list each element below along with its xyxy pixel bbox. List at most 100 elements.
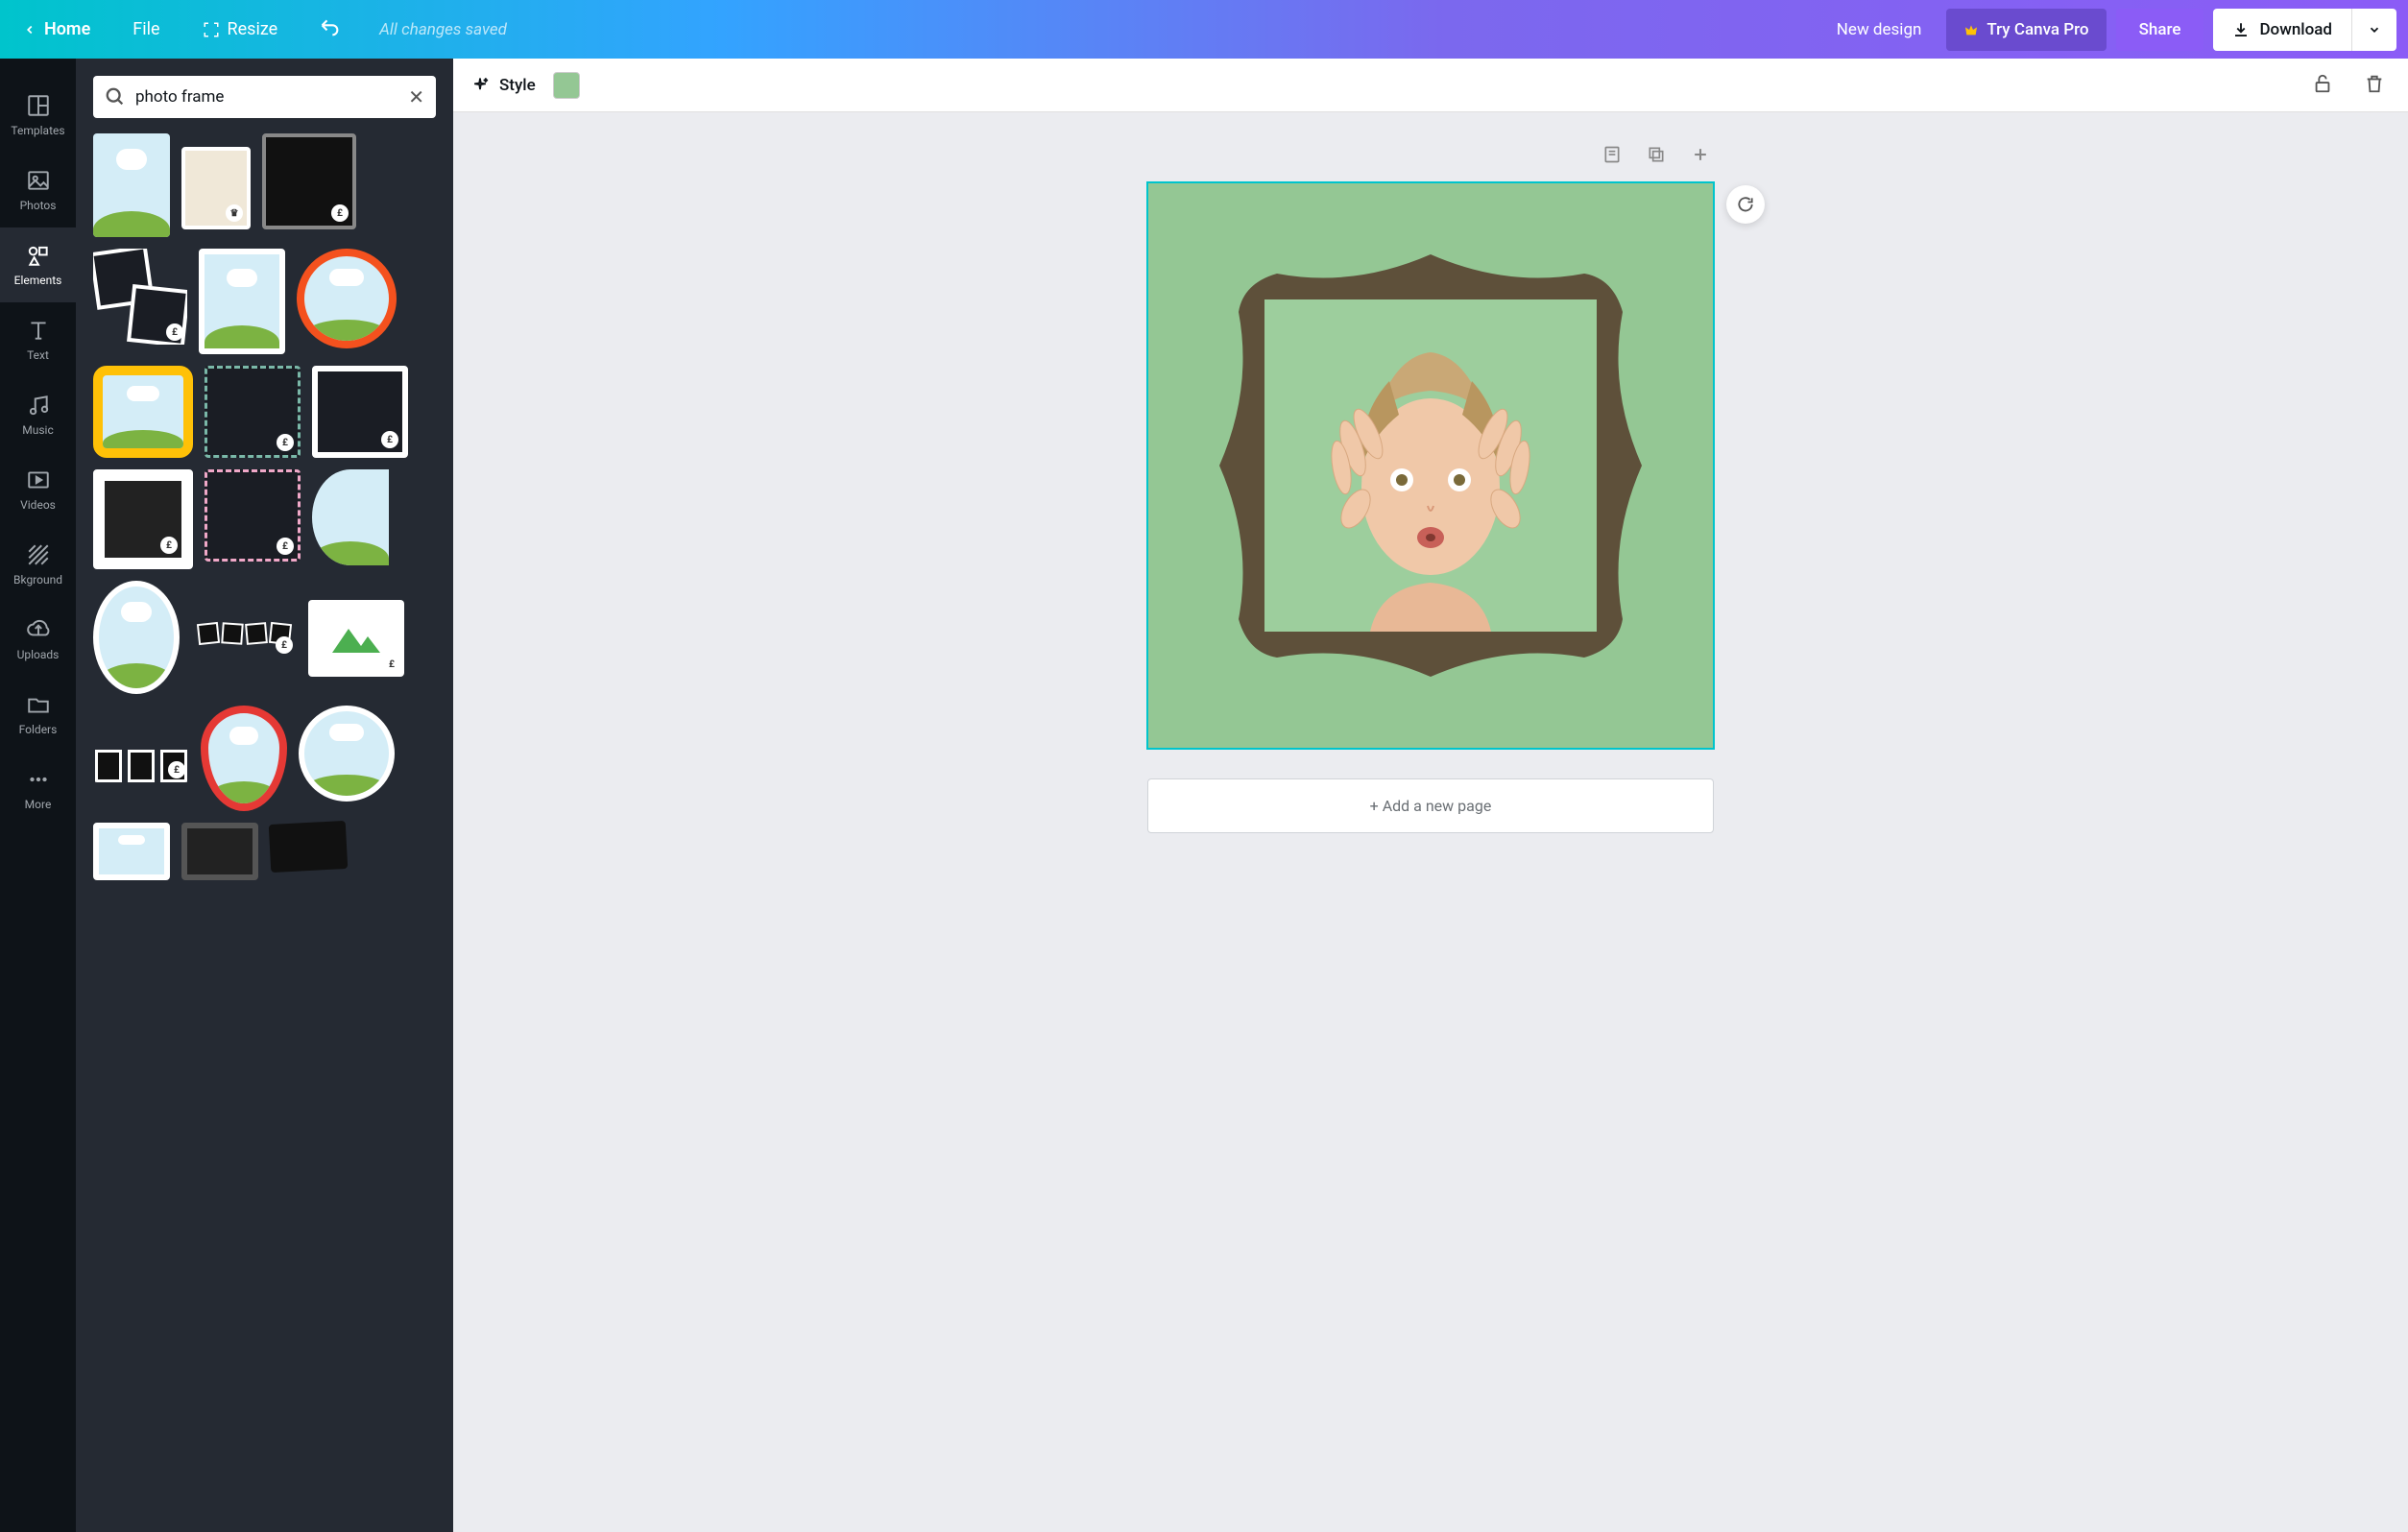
file-menu[interactable]: File: [119, 12, 173, 47]
frame-thumbnail[interactable]: [201, 706, 287, 811]
rail-videos-label: Videos: [20, 498, 56, 512]
plus-icon: [1691, 145, 1710, 164]
crown-icon: [1963, 22, 1979, 37]
price-badge: £: [168, 761, 185, 778]
frame-thumbnail[interactable]: £: [262, 133, 356, 229]
download-group: Download: [2213, 9, 2396, 51]
duplicate-icon: [1647, 145, 1666, 164]
add-new-page-button[interactable]: + Add a new page: [1147, 778, 1714, 833]
fill-color-swatch[interactable]: [553, 72, 580, 99]
frame-thumbnail[interactable]: [312, 469, 389, 565]
trash-icon: [2364, 73, 2385, 94]
frame-thumbnail[interactable]: £: [312, 366, 408, 458]
frame-thumbnail[interactable]: £: [205, 366, 301, 458]
resize-button[interactable]: Resize: [191, 12, 290, 47]
frame-thumbnail[interactable]: [199, 249, 285, 354]
search-icon: [105, 86, 126, 108]
frame-thumbnail[interactable]: £: [93, 249, 187, 345]
results-grid: ♛ £ £ £ £ £ £ £: [93, 133, 436, 880]
unlock-icon: [2312, 73, 2333, 94]
rail-text[interactable]: Text: [0, 302, 76, 377]
note-icon: [1602, 145, 1622, 164]
artboard[interactable]: [1146, 181, 1715, 750]
canvas-scroll[interactable]: + Add a new page: [453, 112, 2408, 1532]
rail-photos[interactable]: Photos: [0, 153, 76, 227]
add-page-button[interactable]: [1687, 141, 1714, 172]
more-icon: [26, 767, 51, 792]
rail-background[interactable]: Bkground: [0, 527, 76, 602]
rail-more[interactable]: More: [0, 752, 76, 826]
rail-music-label: Music: [22, 423, 53, 437]
undo-button[interactable]: [306, 10, 352, 50]
top-toolbar: Home File Resize All changes saved New d…: [0, 0, 2408, 59]
photos-icon: [26, 168, 51, 193]
notes-button[interactable]: [1599, 141, 1625, 172]
rail-templates[interactable]: Templates: [0, 78, 76, 153]
unlock-button[interactable]: [2306, 67, 2339, 104]
canvas-area: Style: [453, 59, 2408, 1532]
undo-icon: [318, 17, 341, 36]
resize-label: Resize: [228, 19, 278, 39]
download-button[interactable]: Download: [2213, 9, 2351, 51]
side-rail: Templates Photos Elements Text Music Vid…: [0, 59, 76, 1532]
frame-thumbnail[interactable]: [297, 249, 397, 348]
page-tools: [1147, 141, 1714, 172]
text-icon: [26, 318, 51, 343]
price-badge: £: [160, 537, 178, 554]
frame-thumbnail[interactable]: ♛: [181, 147, 251, 229]
context-toolbar: Style: [453, 59, 2408, 112]
price-badge: £: [331, 204, 349, 222]
frame-thumbnail[interactable]: [93, 133, 170, 237]
frame-thumbnail[interactable]: £: [205, 469, 301, 562]
frame-thumbnail[interactable]: [181, 823, 258, 880]
search-box: ✕: [93, 76, 436, 118]
price-badge: £: [277, 538, 294, 555]
download-icon: [2232, 21, 2250, 38]
duplicate-page-button[interactable]: [1643, 141, 1670, 172]
rail-uploads-label: Uploads: [17, 648, 60, 661]
frame-thumbnail[interactable]: £: [93, 706, 189, 782]
frame-thumbnail[interactable]: £: [308, 600, 404, 677]
rail-uploads[interactable]: Uploads: [0, 602, 76, 677]
sparkle-icon: [470, 76, 490, 95]
folders-icon: [26, 692, 51, 717]
rail-videos[interactable]: Videos: [0, 452, 76, 527]
clear-search-button[interactable]: ✕: [408, 85, 424, 108]
refresh-icon: [1736, 195, 1755, 214]
photo-placeholder[interactable]: [1264, 299, 1597, 632]
music-icon: [26, 393, 51, 418]
download-dropdown[interactable]: [2351, 9, 2396, 51]
person-photo-illustration: [1264, 299, 1597, 632]
videos-icon: [26, 467, 51, 492]
search-input[interactable]: [135, 87, 398, 107]
frame-thumbnail[interactable]: [299, 706, 395, 802]
frame-thumbnail[interactable]: £: [93, 469, 193, 569]
price-badge: £: [276, 636, 293, 654]
home-label: Home: [44, 19, 90, 39]
price-badge: £: [383, 656, 400, 673]
rail-elements[interactable]: Elements: [0, 227, 76, 302]
style-label: Style: [499, 76, 536, 95]
try-canva-pro-button[interactable]: Try Canva Pro: [1946, 9, 2106, 51]
frame-thumbnail[interactable]: £: [191, 610, 297, 658]
chevron-down-icon: [2368, 23, 2381, 36]
rail-music[interactable]: Music: [0, 377, 76, 452]
regenerate-button[interactable]: [1726, 185, 1765, 224]
frame-thumbnail[interactable]: [93, 823, 170, 880]
save-status: All changes saved: [379, 20, 507, 39]
frame-thumbnail[interactable]: [93, 581, 180, 694]
ornate-frame-element[interactable]: [1210, 245, 1651, 686]
rail-folders[interactable]: Folders: [0, 677, 76, 752]
uploads-icon: [26, 617, 51, 642]
new-design-button[interactable]: New design: [1821, 11, 1938, 49]
frame-thumbnail[interactable]: [269, 821, 349, 873]
frame-thumbnail[interactable]: [93, 366, 193, 458]
templates-icon: [26, 93, 51, 118]
style-button[interactable]: Style: [470, 76, 536, 95]
share-button[interactable]: Share: [2116, 9, 2204, 51]
resize-icon: [203, 21, 220, 38]
home-button[interactable]: Home: [12, 12, 102, 47]
delete-button[interactable]: [2358, 67, 2391, 104]
elements-panel: ✕ ♛ £ £ £ £ £ £: [76, 59, 453, 1532]
rail-background-label: Bkground: [13, 573, 62, 586]
